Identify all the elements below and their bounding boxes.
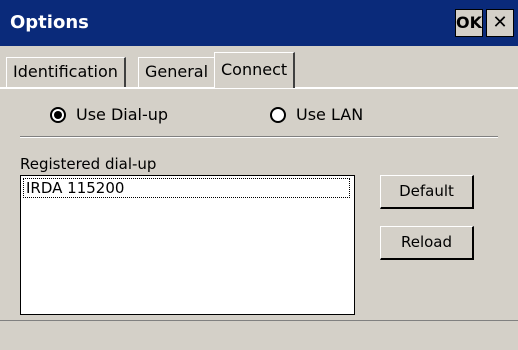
bottom-divider xyxy=(0,320,518,321)
radio-use-lan[interactable] xyxy=(270,107,286,123)
title-bar: Options OK ✕ xyxy=(0,0,518,46)
radio-use-dialup[interactable] xyxy=(50,107,66,123)
radio-label-use-lan[interactable]: Use LAN xyxy=(296,105,363,124)
default-button[interactable]: Default xyxy=(380,175,474,209)
tab-label: Identification xyxy=(13,62,118,81)
radio-label-use-dialup[interactable]: Use Dial-up xyxy=(76,105,168,124)
registered-dialup-list[interactable]: IRDA 115200 xyxy=(20,175,355,315)
tab-connect[interactable]: Connect xyxy=(214,52,296,88)
close-button[interactable]: ✕ xyxy=(486,9,514,37)
list-item[interactable]: IRDA 115200 xyxy=(23,178,350,198)
tab-general[interactable]: General xyxy=(138,57,217,87)
options-window: Options OK ✕ Identification General Conn… xyxy=(0,0,518,350)
reload-button[interactable]: Reload xyxy=(380,226,474,260)
tab-label: Connect xyxy=(221,60,288,79)
tab-identification[interactable]: Identification xyxy=(6,57,126,87)
window-title: Options xyxy=(10,12,89,33)
registered-dialup-label: Registered dial-up xyxy=(20,155,157,173)
divider xyxy=(20,136,498,138)
tab-label: General xyxy=(145,62,209,81)
ok-button[interactable]: OK xyxy=(455,9,483,37)
connection-options: Use Dial-up Use LAN xyxy=(0,103,518,127)
